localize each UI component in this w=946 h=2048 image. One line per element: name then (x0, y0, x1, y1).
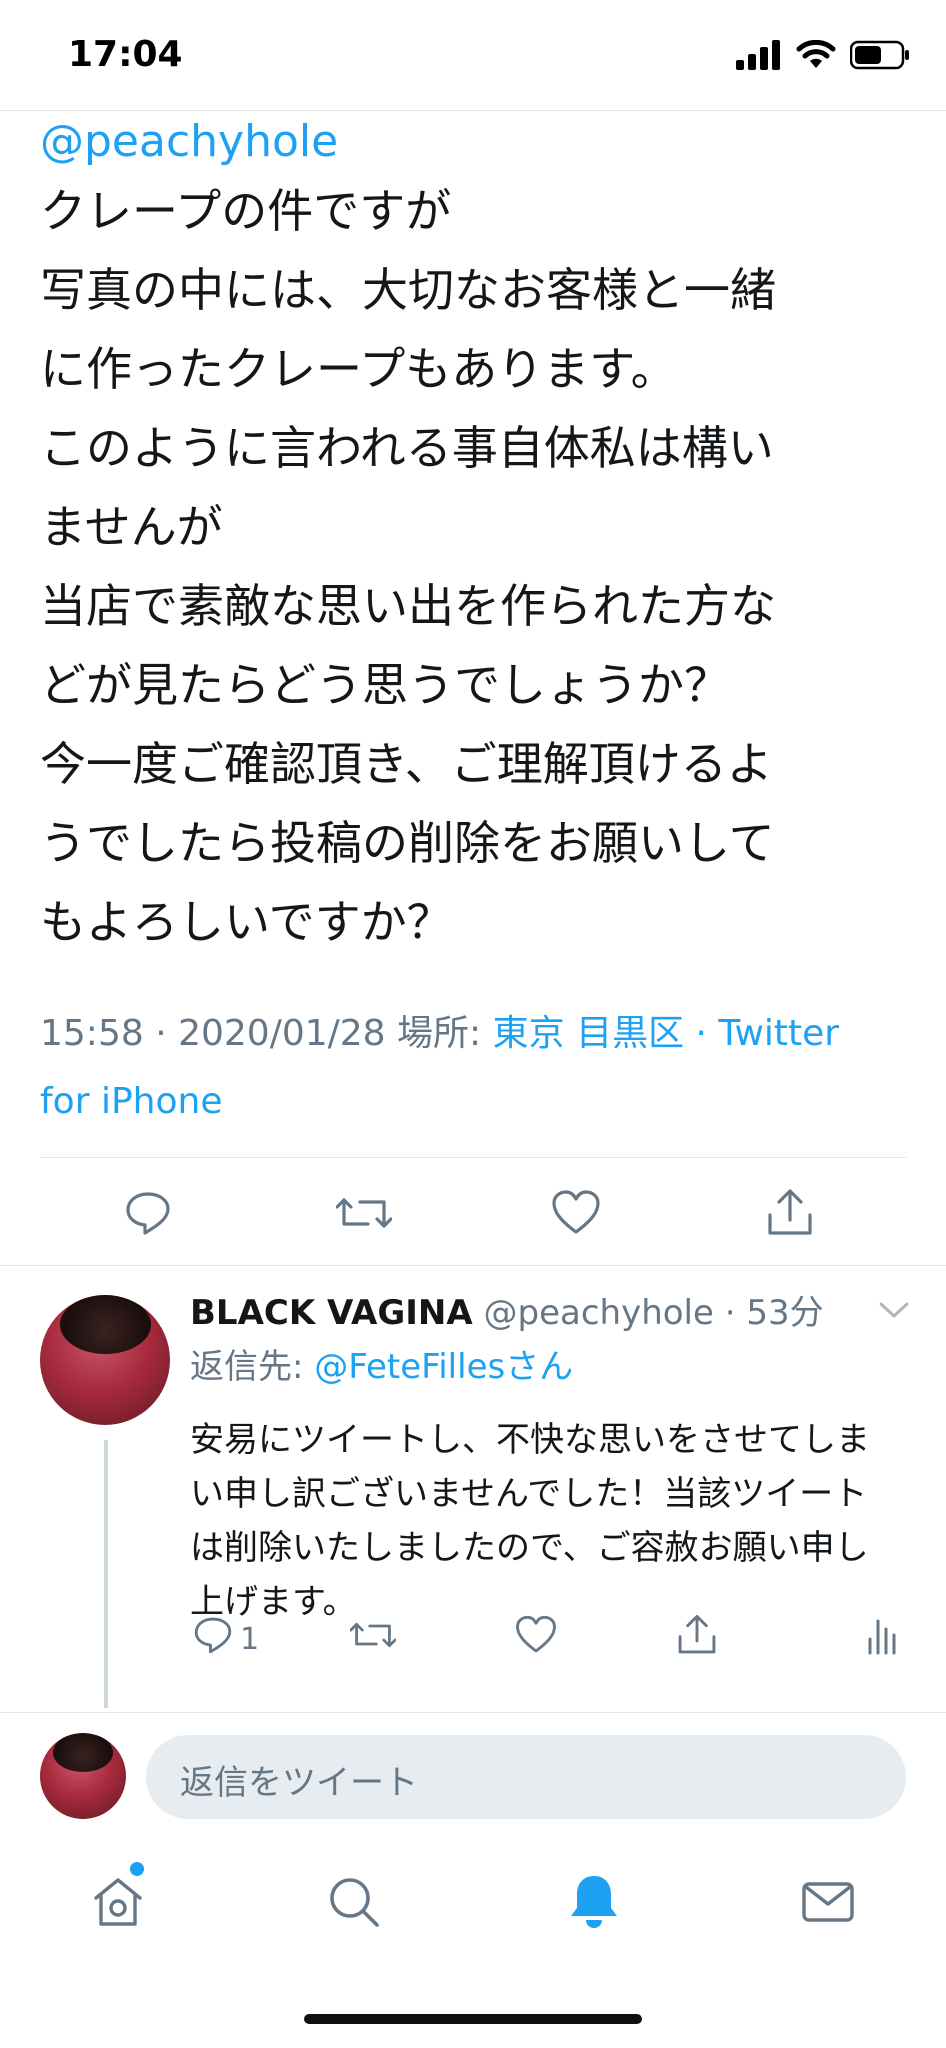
reply-display-name[interactable]: BLACK VAGINA (190, 1293, 473, 1333)
reply-count: 1 (240, 1622, 260, 1657)
tab-home[interactable] (86, 1870, 150, 1934)
reply-time: · 53分 (724, 1293, 824, 1333)
reply-icon (126, 1192, 170, 1235)
reply-handle[interactable]: @peachyhole (484, 1293, 714, 1333)
tweet-mention[interactable]: @peachyhole (40, 112, 920, 172)
reply-to-line: 返信先: @FeteFillesさん (190, 1341, 910, 1393)
cellular-signal-icon (736, 40, 780, 70)
share-icon (678, 1614, 716, 1654)
like-icon (516, 1615, 556, 1653)
tweet-body: @peachyhole クレープの件ですが 写真の中には、大切なお客様と一緒 に… (40, 110, 920, 962)
more-options-button[interactable] (878, 1300, 910, 1324)
battery-icon (850, 40, 909, 70)
reply-text: 安易にツイートし、不快な思いをさせてしま い申し訳ございませんでした！当該ツイー… (190, 1420, 870, 1622)
search-icon (330, 1878, 379, 1927)
share-icon (768, 1189, 812, 1235)
messages-icon (802, 1882, 854, 1922)
reply-reply-button[interactable] (190, 1612, 236, 1658)
user-avatar[interactable] (40, 1733, 126, 1819)
retweet-button[interactable] (336, 1185, 392, 1241)
compose-placeholder: 返信をツイート (180, 1763, 418, 1803)
analytics-button[interactable] (862, 1612, 902, 1658)
status-icons (736, 40, 910, 70)
reply-button[interactable] (120, 1185, 176, 1241)
like-icon (552, 1190, 600, 1234)
home-unread-dot (130, 1862, 144, 1876)
chevron-down-icon (879, 1302, 909, 1318)
tab-messages[interactable] (796, 1870, 860, 1934)
reply-tweet[interactable]: BLACK VAGINA @peachyhole · 53分 返信先: @Fet… (190, 1285, 910, 1629)
home-indicator[interactable] (304, 2014, 642, 2024)
wifi-icon (796, 40, 836, 68)
tweet-text: クレープの件ですが 写真の中には、大切なお客様と一緒 に作ったクレープもあります… (40, 184, 776, 949)
tab-search[interactable] (322, 1870, 386, 1934)
reply-icon (194, 1617, 232, 1654)
reply-share-button[interactable] (674, 1612, 720, 1658)
reply-to-handle[interactable]: @FeteFillesさん (314, 1347, 573, 1387)
tab-notifications[interactable] (562, 1870, 626, 1934)
home-icon (94, 1878, 142, 1926)
reply-retweet-button[interactable] (350, 1612, 396, 1658)
like-button[interactable] (548, 1185, 604, 1241)
tweet-actions (0, 1185, 946, 1245)
status-bar: 17:04 (0, 0, 946, 110)
reply-avatar[interactable] (40, 1295, 170, 1425)
retweet-icon (350, 1622, 396, 1648)
tweet-meta: 15:58 · 2020/01/28 場所: 東京 目黒区 · Twitter … (40, 1000, 900, 1136)
reply-header: BLACK VAGINA @peachyhole · 53分 (190, 1285, 910, 1341)
tweet-timestamp: 15:58 · 2020/01/28 (40, 1013, 386, 1054)
retweet-icon (336, 1198, 392, 1228)
location-prefix: 場所: (397, 1013, 482, 1054)
tweet-location[interactable]: 東京 目黒区 (493, 1013, 684, 1054)
reply-to-prefix: 返信先: (190, 1347, 304, 1387)
analytics-icon (868, 1619, 896, 1655)
reply-compose-input[interactable]: 返信をツイート (146, 1735, 906, 1819)
section-divider (0, 1265, 946, 1266)
share-button[interactable] (762, 1185, 818, 1241)
status-time: 17:04 (68, 34, 183, 75)
reply-like-button[interactable] (513, 1612, 559, 1658)
meta-divider (40, 1157, 906, 1158)
notifications-icon (571, 1876, 617, 1928)
reply-actions (0, 1612, 946, 1668)
compose-divider (0, 1712, 946, 1713)
